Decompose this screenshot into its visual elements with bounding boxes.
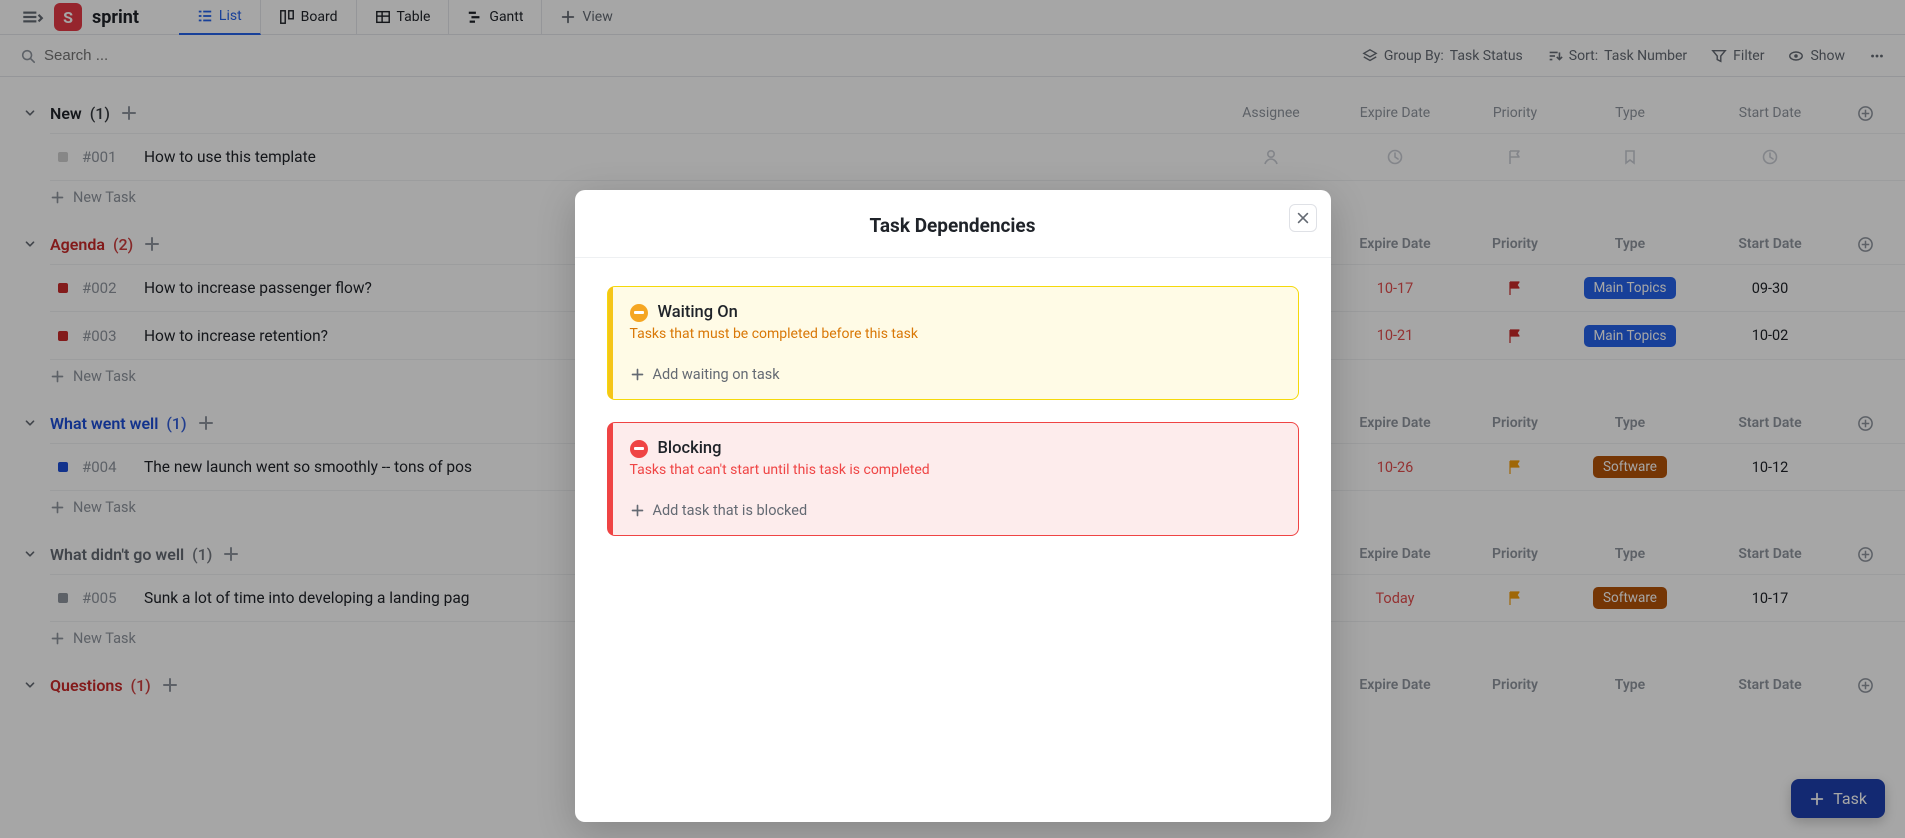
- waiting-on-card: Waiting On Tasks that must be completed …: [607, 286, 1299, 400]
- add-waiting-label: Add waiting on task: [653, 366, 780, 383]
- plus-icon: [630, 367, 645, 382]
- add-blocking-label: Add task that is blocked: [653, 502, 808, 519]
- blocking-badge-icon: [630, 440, 648, 458]
- dep-head: Blocking: [630, 439, 1280, 458]
- blocking-desc: Tasks that can't start until this task i…: [630, 462, 1280, 478]
- close-icon: [1295, 210, 1311, 226]
- blocking-title: Blocking: [658, 439, 722, 458]
- add-waiting-button[interactable]: Add waiting on task: [630, 366, 1280, 383]
- modal-body: Waiting On Tasks that must be completed …: [575, 258, 1331, 586]
- add-blocking-button[interactable]: Add task that is blocked: [630, 502, 1280, 519]
- modal-close-button[interactable]: [1289, 204, 1317, 232]
- task-dependencies-modal: Task Dependencies Waiting On Tasks that …: [575, 190, 1331, 822]
- modal-header: Task Dependencies: [575, 190, 1331, 258]
- blocking-card: Blocking Tasks that can't start until th…: [607, 422, 1299, 536]
- modal-overlay[interactable]: Task Dependencies Waiting On Tasks that …: [0, 0, 1905, 838]
- waiting-desc: Tasks that must be completed before this…: [630, 326, 1280, 342]
- dep-head: Waiting On: [630, 303, 1280, 322]
- modal-title: Task Dependencies: [605, 214, 1301, 237]
- waiting-title: Waiting On: [658, 303, 738, 322]
- plus-icon: [630, 503, 645, 518]
- waiting-badge-icon: [630, 304, 648, 322]
